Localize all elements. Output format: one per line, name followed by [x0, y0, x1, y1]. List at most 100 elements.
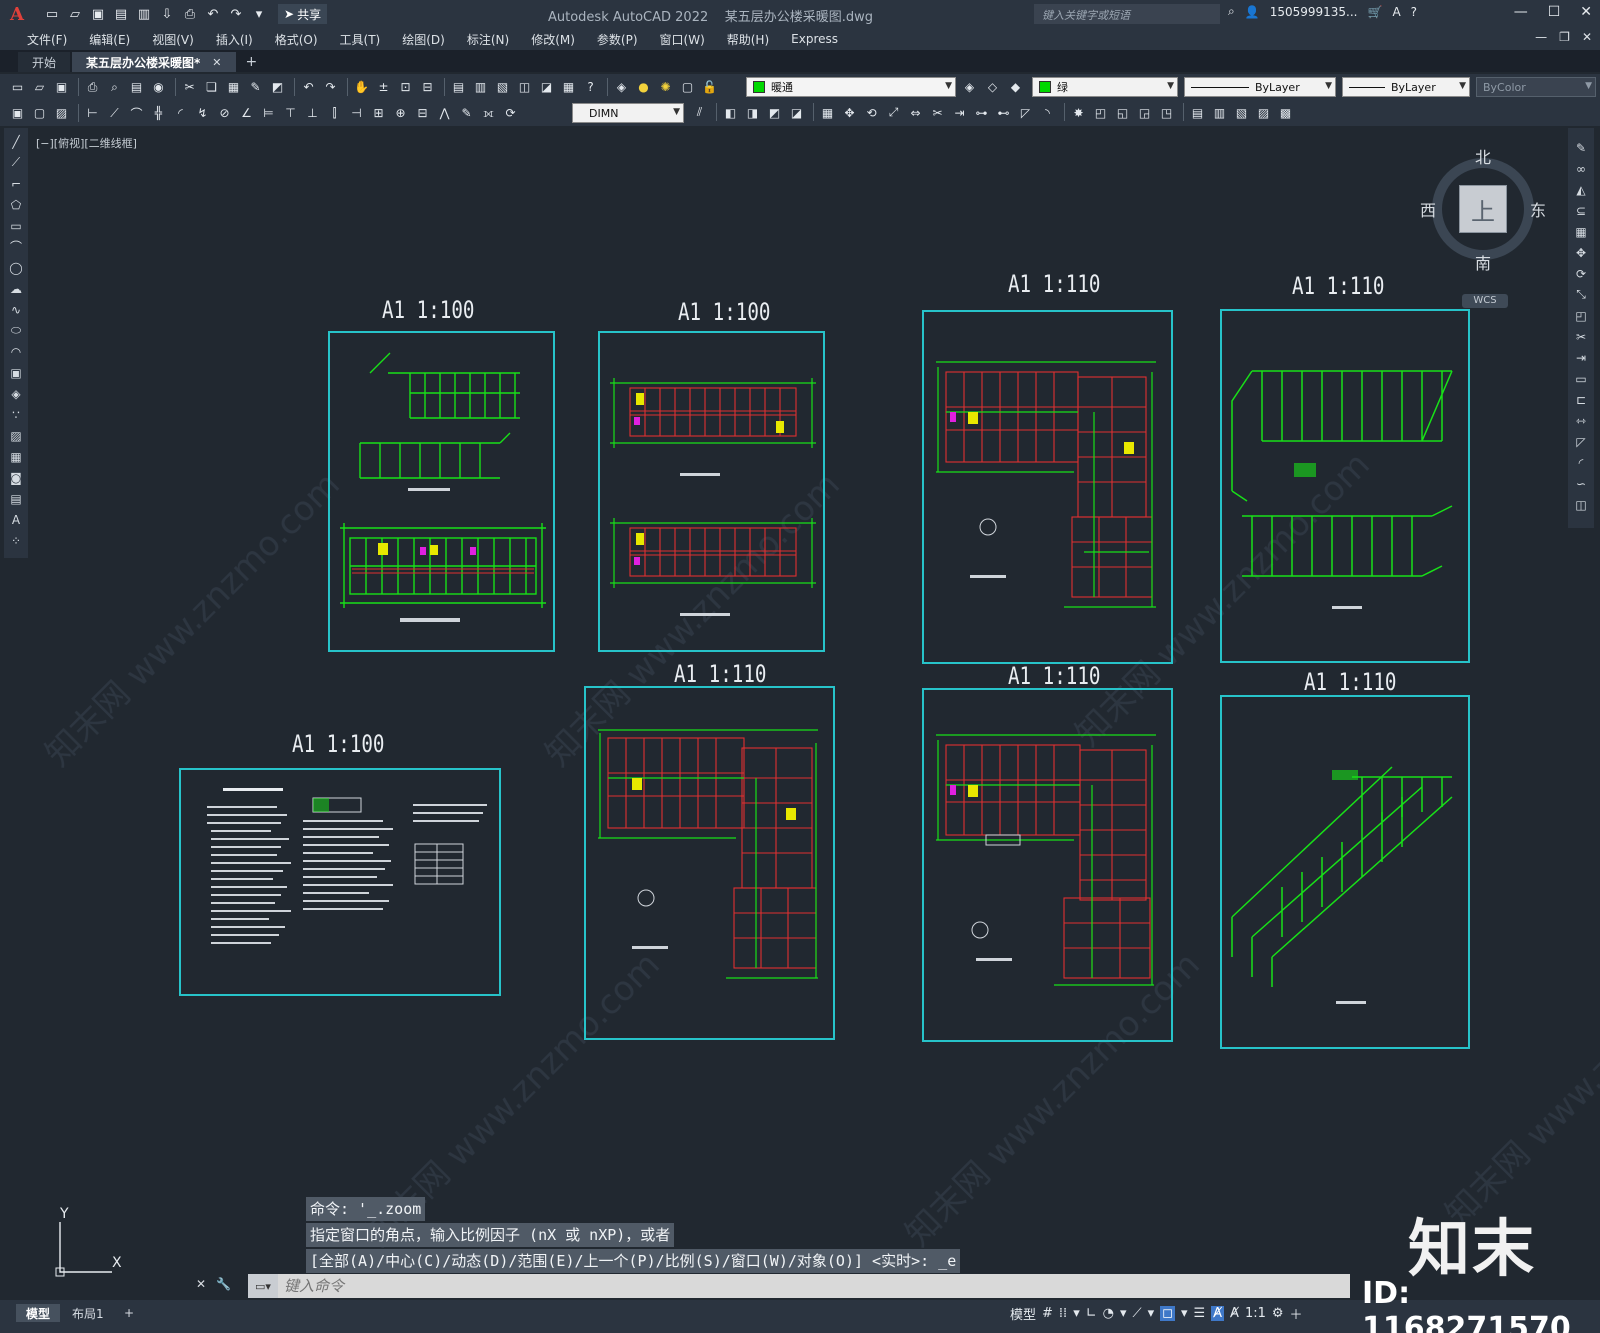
dim-jogged-icon[interactable]: ↯ [193, 104, 212, 123]
grid-icon[interactable]: # [1042, 1306, 1053, 1321]
object-snap-icon[interactable]: ◻ [1160, 1306, 1175, 1321]
break-icon[interactable]: ⊏ [1572, 390, 1590, 409]
color-dropdown[interactable]: 绿 ▼ [1032, 77, 1178, 97]
menu-help[interactable]: 帮助(H) [716, 31, 780, 48]
mirror-icon[interactable]: ◭ [1572, 180, 1590, 199]
dim-linear-icon[interactable]: ⊢ [83, 104, 102, 123]
plot-icon[interactable]: ⎙ [83, 78, 102, 97]
text-front-icon[interactable]: ◲ [1135, 103, 1154, 122]
plus-icon[interactable]: ＋ [1290, 1304, 1303, 1323]
modify-copy-icon[interactable]: ◨ [743, 103, 762, 122]
sheet-set-icon[interactable]: ◫ [515, 78, 534, 97]
scale-icon[interactable]: ⤡ [1572, 285, 1590, 304]
revision-cloud-icon[interactable]: ☁ [7, 279, 25, 298]
autocad-logo-icon[interactable]: A [0, 0, 34, 28]
draworder-back-icon[interactable]: ◱ [1113, 103, 1132, 122]
tab-close-icon[interactable]: ✕ [212, 56, 221, 69]
polyline-icon[interactable]: ⌐ [7, 174, 25, 193]
plot-preview-icon[interactable]: ⌕ [105, 78, 124, 97]
trim-icon[interactable]: ✂ [1572, 327, 1590, 346]
viewcube-top-face[interactable]: 上 [1459, 185, 1507, 233]
save-as-icon[interactable]: ▤ [111, 4, 131, 24]
search-input[interactable]: 键入关键字或短语 [1034, 4, 1220, 24]
drawing-sheet-7[interactable] [922, 688, 1173, 1042]
cut-icon[interactable]: ✂ [180, 78, 199, 97]
make-block-icon[interactable]: ◈ [7, 384, 25, 403]
auto-scale-icon[interactable]: Ⱥ [1230, 1306, 1239, 1321]
tab-layout1[interactable]: 布局1 [62, 1304, 114, 1322]
add-layout-button[interactable]: + [114, 1304, 144, 1322]
close-command-line-icon[interactable]: ✕ [196, 1277, 206, 1291]
customize-wrench-icon[interactable]: 🔧 [216, 1277, 231, 1291]
dim-arc-icon[interactable]: ⌒ [127, 104, 146, 123]
chevron-down-icon[interactable]: ▾ [1120, 1306, 1127, 1321]
help-icon[interactable]: ? [581, 78, 600, 97]
menu-file[interactable]: 文件(F) [16, 31, 78, 48]
model-space-label[interactable]: 模型 [1010, 1304, 1036, 1323]
layer-properties-icon[interactable]: ◈ [612, 78, 631, 97]
render-icon[interactable]: ◉ [149, 78, 168, 97]
lineweight-icon[interactable]: ☰ [1193, 1306, 1205, 1321]
center-mark-icon[interactable]: ⊕ [391, 104, 410, 123]
gradient-icon[interactable]: ▦ [7, 447, 25, 466]
drawing-sheet-8[interactable] [1220, 695, 1470, 1049]
polar-icon[interactable]: ◔ [1103, 1306, 1114, 1321]
modify-join-icon[interactable]: ⊷ [994, 103, 1013, 122]
web-mobile-icon[interactable]: ▥ [134, 4, 154, 24]
multiline-text-icon[interactable]: A [7, 510, 25, 529]
properties-icon[interactable]: ▤ [449, 78, 468, 97]
point-icon[interactable]: ∵ [7, 405, 25, 424]
break-at-point-icon[interactable]: ▭ [1572, 369, 1590, 388]
erase-icon[interactable]: ✎ [1572, 138, 1590, 157]
table-icon[interactable]: ▤ [7, 489, 25, 508]
save-icon[interactable]: ▣ [88, 4, 108, 24]
zoom-realtime-icon[interactable]: ± [374, 78, 393, 97]
group-edit-icon[interactable]: ▧ [1232, 103, 1251, 122]
linetype-dropdown[interactable]: ByLayer ▼ [1184, 77, 1336, 97]
autodesk-app-icon[interactable]: A [1392, 5, 1400, 19]
rectangle-tool-icon[interactable]: ▢ [30, 104, 49, 123]
make-current-icon[interactable]: ◈ [960, 77, 979, 96]
undo-icon[interactable]: ↶ [203, 4, 223, 24]
chamfer-icon[interactable]: ◸ [1572, 432, 1590, 451]
menu-modify[interactable]: 修改(M) [520, 31, 586, 48]
viewcube[interactable]: 上 北 南 西 东 [1420, 148, 1546, 273]
dim-aligned-icon[interactable]: ⟋ [105, 104, 124, 123]
modify-fillet-icon[interactable]: ◝ [1038, 103, 1057, 122]
drawing-sheet-4[interactable] [1220, 309, 1470, 663]
user-name[interactable]: 1505999135... [1270, 5, 1358, 19]
match-properties-icon[interactable]: ✎ [246, 78, 265, 97]
plot-icon[interactable]: ⎙ [180, 4, 200, 24]
viewport-controls[interactable]: [−][俯视][二维线框] [36, 135, 137, 151]
save-icon[interactable]: ▣ [52, 78, 71, 97]
menu-format[interactable]: 格式(O) [264, 31, 329, 48]
compass-west[interactable]: 西 [1420, 197, 1436, 221]
redo-icon[interactable]: ↷ [226, 4, 246, 24]
arc-icon[interactable]: ⌒ [7, 237, 25, 256]
recent-commands-icon[interactable]: ▭▾ [248, 1274, 278, 1298]
undo-icon[interactable]: ↶ [299, 78, 318, 97]
array-icon[interactable]: ▦ [1572, 222, 1590, 241]
dimstyle-dropdown[interactable]: DIMN ▼ [572, 103, 684, 123]
dim-update-icon[interactable]: ⟳ [501, 104, 520, 123]
open-icon[interactable]: ▱ [30, 78, 49, 97]
chevron-down-icon[interactable]: ▾ [1073, 1306, 1080, 1321]
zoom-window-icon[interactable]: ⊡ [396, 78, 415, 97]
wcs-menu[interactable]: WCS [1462, 294, 1508, 308]
menu-dimension[interactable]: 标注(N) [456, 31, 520, 48]
publish-icon[interactable]: ▤ [127, 78, 146, 97]
quickcalc-icon[interactable]: ▦ [559, 78, 578, 97]
menu-express[interactable]: Express [780, 32, 849, 46]
fillet-icon[interactable]: ◜ [1572, 453, 1590, 472]
menu-edit[interactable]: 编辑(E) [78, 31, 141, 48]
isodraft-icon[interactable]: ⟋ [1133, 1306, 1142, 1321]
cart-icon[interactable]: 🛒 [1367, 5, 1382, 19]
annotation-visibility-icon[interactable]: Ⱥ [1211, 1306, 1225, 1321]
menu-draw[interactable]: 绘图(D) [391, 31, 456, 48]
maximize-button[interactable]: ☐ [1548, 4, 1561, 20]
drawing-sheet-3[interactable] [922, 310, 1173, 664]
layer-previous-icon[interactable]: ◇ [983, 77, 1002, 96]
ellipse-icon[interactable]: ⬭ [7, 321, 25, 340]
dim-edit-icon[interactable]: ✎ [457, 104, 476, 123]
jogged-linear-icon[interactable]: ⋀ [435, 104, 454, 123]
